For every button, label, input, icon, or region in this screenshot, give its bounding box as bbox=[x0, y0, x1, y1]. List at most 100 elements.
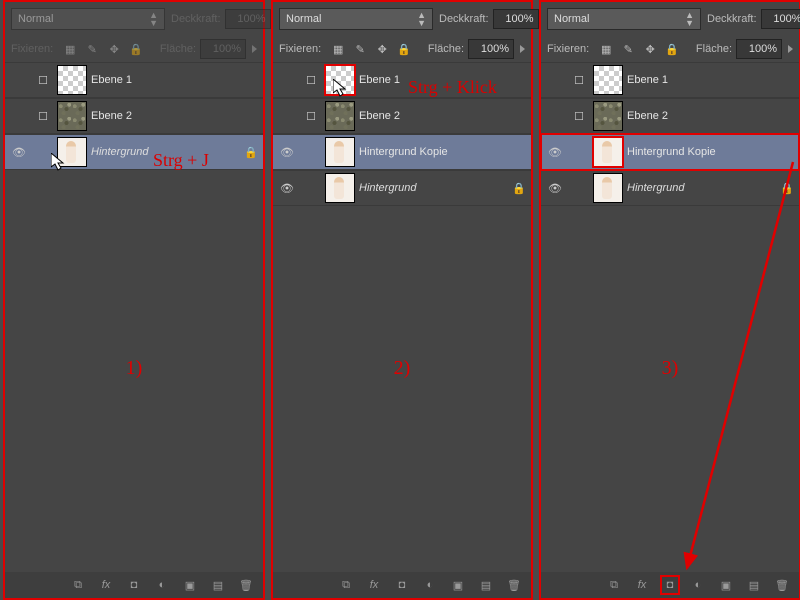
bottom-toolbar: ⧉ fx ◘ ◐ ▣ ▤ 🗑 bbox=[5, 572, 263, 598]
blend-row: Normal ▲▼ Deckkraft: 100% bbox=[273, 2, 531, 36]
layer-checkbox[interactable]: ☐ bbox=[301, 74, 321, 87]
annotation-text: Strg + J bbox=[153, 150, 209, 171]
bottom-toolbar: ⧉ fx ◘ ◐ ▣ ▤ 🗑 bbox=[541, 572, 799, 598]
trash-icon[interactable]: 🗑 bbox=[775, 578, 789, 592]
layer-row[interactable]: ☐ Ebene 1 bbox=[541, 62, 799, 98]
group-icon[interactable]: ▣ bbox=[719, 578, 733, 592]
lock-row: Fixieren: ▦ ✎ ✥ 🔒 Fläche: 100% bbox=[5, 36, 263, 62]
opacity-field[interactable]: 100% bbox=[225, 9, 271, 29]
layer-row[interactable]: 👁 Hintergrund Kopie bbox=[541, 134, 799, 170]
layer-row[interactable]: 👁 Hintergrund 🔒 bbox=[5, 134, 263, 170]
lock-move-icon[interactable]: ✥ bbox=[107, 42, 121, 56]
layer-thumbnail[interactable] bbox=[57, 137, 87, 167]
dropdown-icon[interactable] bbox=[252, 45, 257, 53]
blend-mode-select[interactable]: Normal ▲▼ bbox=[11, 8, 165, 30]
visibility-toggle[interactable]: 👁 bbox=[541, 146, 569, 159]
group-icon[interactable]: ▣ bbox=[183, 578, 197, 592]
lock-brush-icon[interactable]: ✎ bbox=[85, 42, 99, 56]
layer-checkbox[interactable]: ☐ bbox=[569, 74, 589, 87]
link-icon[interactable]: ⧉ bbox=[607, 578, 621, 592]
visibility-toggle[interactable]: 👁 bbox=[273, 182, 301, 195]
layer-checkbox[interactable]: ☐ bbox=[33, 110, 53, 123]
layer-row[interactable]: ☐ Ebene 1 bbox=[5, 62, 263, 98]
new-icon[interactable]: ▤ bbox=[479, 578, 493, 592]
mask-icon[interactable]: ◘ bbox=[663, 578, 677, 592]
fill-label: Fläche: bbox=[160, 43, 196, 55]
new-icon[interactable]: ▤ bbox=[211, 578, 225, 592]
bottom-toolbar: ⧉ fx ◘ ◐ ▣ ▤ 🗑 bbox=[273, 572, 531, 598]
layer-thumbnail[interactable] bbox=[593, 101, 623, 131]
layer-row[interactable]: 👁 Hintergrund 🔒 bbox=[541, 170, 799, 206]
layer-name[interactable]: Ebene 2 bbox=[359, 110, 531, 122]
lock-transparent-icon[interactable]: ▦ bbox=[331, 42, 345, 56]
layer-checkbox[interactable]: ☐ bbox=[33, 74, 53, 87]
fill-field[interactable]: 100% bbox=[736, 39, 782, 59]
layer-row[interactable]: 👁 Hintergrund 🔒 bbox=[273, 170, 531, 206]
opacity-field[interactable]: 100% bbox=[493, 9, 539, 29]
fx-icon[interactable]: fx bbox=[367, 578, 381, 592]
layer-checkbox[interactable]: ☐ bbox=[569, 110, 589, 123]
trash-icon[interactable]: 🗑 bbox=[507, 578, 521, 592]
trash-icon[interactable]: 🗑 bbox=[239, 578, 253, 592]
layer-name[interactable]: Hintergrund bbox=[627, 182, 775, 194]
new-icon[interactable]: ▤ bbox=[747, 578, 761, 592]
layer-thumbnail[interactable] bbox=[593, 65, 623, 95]
layer-thumbnail[interactable] bbox=[325, 101, 355, 131]
dropdown-icon[interactable] bbox=[520, 45, 525, 53]
adjust-icon[interactable]: ◐ bbox=[155, 578, 169, 592]
layer-name[interactable]: Hintergrund bbox=[359, 182, 507, 194]
layer-name[interactable]: Ebene 1 bbox=[627, 74, 799, 86]
lock-transparent-icon[interactable]: ▦ bbox=[63, 42, 77, 56]
fx-icon[interactable]: fx bbox=[99, 578, 113, 592]
group-icon[interactable]: ▣ bbox=[451, 578, 465, 592]
layer-row[interactable]: 👁 Hintergrund Kopie bbox=[273, 134, 531, 170]
layer-row[interactable]: ☐ Ebene 2 bbox=[273, 98, 531, 134]
link-icon[interactable]: ⧉ bbox=[339, 578, 353, 592]
lock-label: Fixieren: bbox=[279, 43, 321, 55]
visibility-toggle[interactable]: 👁 bbox=[273, 146, 301, 159]
lock-all-icon[interactable]: 🔒 bbox=[665, 42, 679, 56]
fill-label: Fläche: bbox=[696, 43, 732, 55]
blend-mode-select[interactable]: Normal ▲▼ bbox=[547, 8, 701, 30]
layer-thumbnail[interactable] bbox=[325, 173, 355, 203]
link-icon[interactable]: ⧉ bbox=[71, 578, 85, 592]
adjust-icon[interactable]: ◐ bbox=[691, 578, 705, 592]
layer-row[interactable]: ☐ Ebene 2 bbox=[541, 98, 799, 134]
lock-move-icon[interactable]: ✥ bbox=[375, 42, 389, 56]
lock-brush-icon[interactable]: ✎ bbox=[621, 42, 635, 56]
layer-thumbnail[interactable] bbox=[57, 65, 87, 95]
layer-thumbnail[interactable] bbox=[325, 65, 355, 95]
blend-mode-value: Normal bbox=[18, 13, 53, 25]
lock-brush-icon[interactable]: ✎ bbox=[353, 42, 367, 56]
adjust-icon[interactable]: ◐ bbox=[423, 578, 437, 592]
layer-checkbox[interactable]: ☐ bbox=[301, 110, 321, 123]
layer-name[interactable]: Ebene 2 bbox=[627, 110, 799, 122]
lock-move-icon[interactable]: ✥ bbox=[643, 42, 657, 56]
annotation-text: Strg + Klick bbox=[408, 77, 497, 98]
layer-name[interactable]: Hintergrund Kopie bbox=[627, 146, 799, 158]
layer-name[interactable]: Ebene 1 bbox=[91, 74, 263, 86]
layer-thumbnail[interactable] bbox=[325, 137, 355, 167]
lock-row: Fixieren: ▦ ✎ ✥ 🔒 Fläche: 100% bbox=[541, 36, 799, 62]
layer-row[interactable]: ☐ Ebene 2 bbox=[5, 98, 263, 134]
layer-name[interactable]: Hintergrund Kopie bbox=[359, 146, 531, 158]
fx-icon[interactable]: fx bbox=[635, 578, 649, 592]
layer-thumbnail[interactable] bbox=[593, 173, 623, 203]
opacity-field[interactable]: 100% bbox=[761, 9, 800, 29]
layer-thumbnail[interactable] bbox=[593, 137, 623, 167]
dropdown-icon[interactable] bbox=[788, 45, 793, 53]
step-number: 1) bbox=[126, 357, 143, 380]
layer-name[interactable]: Ebene 2 bbox=[91, 110, 263, 122]
lock-all-icon[interactable]: 🔒 bbox=[397, 42, 411, 56]
fill-field[interactable]: 100% bbox=[200, 39, 246, 59]
visibility-toggle[interactable]: 👁 bbox=[5, 146, 33, 159]
lock-all-icon[interactable]: 🔒 bbox=[129, 42, 143, 56]
visibility-toggle[interactable]: 👁 bbox=[541, 182, 569, 195]
mask-icon[interactable]: ◘ bbox=[127, 578, 141, 592]
lock-icon: 🔒 bbox=[775, 182, 799, 195]
mask-icon[interactable]: ◘ bbox=[395, 578, 409, 592]
lock-transparent-icon[interactable]: ▦ bbox=[599, 42, 613, 56]
layer-thumbnail[interactable] bbox=[57, 101, 87, 131]
fill-field[interactable]: 100% bbox=[468, 39, 514, 59]
blend-mode-select[interactable]: Normal ▲▼ bbox=[279, 8, 433, 30]
